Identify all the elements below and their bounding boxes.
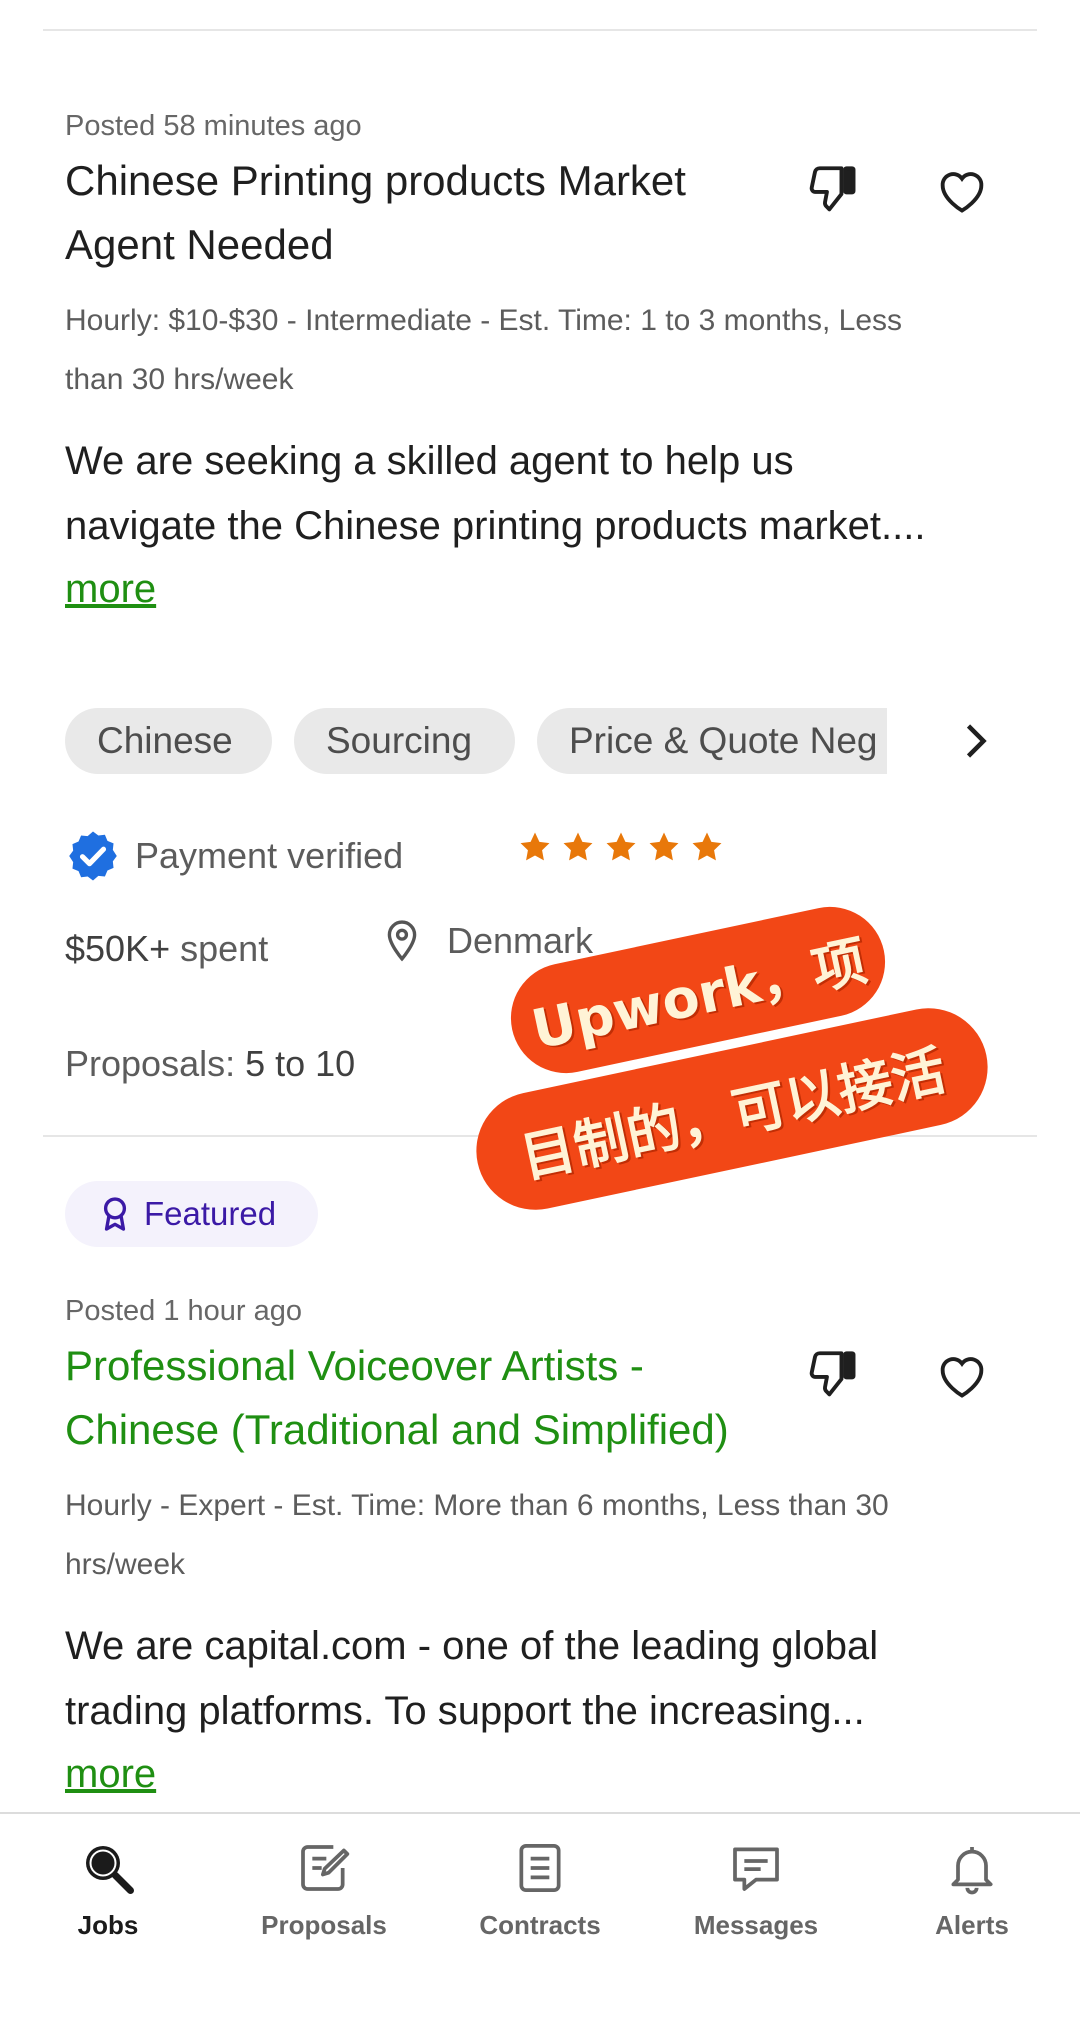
star-icon: [649, 832, 679, 861]
dislike-button[interactable]: [798, 1340, 868, 1410]
more-link[interactable]: more: [65, 1744, 1015, 1804]
top-divider: [43, 29, 1037, 31]
message-icon: [733, 1847, 779, 1891]
bell-icon: [951, 1847, 993, 1895]
bottom-tab-bar: Jobs Proposals Contracts Messages Alerts: [0, 1812, 1080, 2036]
client-rating: [518, 830, 724, 864]
save-job-button[interactable]: [927, 1340, 997, 1410]
skill-chip[interactable]: Sourcing: [294, 708, 515, 774]
job-card-1[interactable]: Posted 58 minutes ago Chinese Printing p…: [65, 110, 1015, 619]
award-ribbon-icon: [103, 1197, 127, 1231]
skill-chip[interactable]: Chinese: [65, 708, 272, 774]
job-posted-time: Posted 1 hour ago: [65, 1295, 303, 1327]
client-location: Denmark: [385, 920, 593, 962]
tab-contracts[interactable]: Contracts: [432, 1814, 648, 1974]
thumbs-down-icon: [809, 1351, 856, 1397]
tab-proposals[interactable]: Proposals: [216, 1814, 432, 1974]
job-meta: Hourly - Expert - Est. Time: More than 6…: [65, 1489, 889, 1581]
verified-badge-icon: [69, 831, 117, 881]
dislike-button[interactable]: [798, 155, 868, 225]
job-meta: Hourly: $10-$30 - Intermediate - Est. Ti…: [65, 304, 903, 396]
job-card-2[interactable]: Posted 1 hour ago Professional Voiceover…: [65, 1295, 1015, 1804]
skills-scroll-button[interactable]: [950, 708, 1002, 774]
star-icon: [606, 832, 636, 861]
payment-status: Payment verified: [65, 828, 403, 884]
search-icon: [86, 1846, 134, 1894]
skill-chip[interactable]: Price & Quote Neg: [537, 708, 887, 774]
document-icon: [519, 1843, 561, 1893]
star-icon: [563, 832, 593, 861]
more-link[interactable]: more: [65, 559, 1015, 619]
skills-list: Chinese Sourcing Price & Quote Neg: [65, 708, 1015, 774]
job-title[interactable]: Chinese Printing products Market Agent N…: [65, 149, 765, 277]
heart-icon: [940, 1357, 984, 1398]
job-title[interactable]: Professional Voiceover Artists - Chinese…: [65, 1334, 825, 1462]
save-job-button[interactable]: [927, 155, 997, 225]
star-icon: [520, 832, 550, 861]
spent-amount: $50K+: [65, 928, 171, 969]
proposal-edit-icon: [301, 1845, 350, 1891]
heart-icon: [940, 172, 984, 213]
proposals-count: Proposals: 5 to 10: [65, 1043, 356, 1084]
tab-jobs[interactable]: Jobs: [0, 1814, 216, 1974]
star-icon: [692, 832, 722, 861]
job-posted-time: Posted 58 minutes ago: [65, 110, 362, 142]
tab-alerts[interactable]: Alerts: [864, 1814, 1080, 1974]
location-pin-icon: [387, 920, 417, 962]
thumbs-down-icon: [809, 166, 856, 212]
chevron-right-icon: [966, 724, 987, 758]
client-spent: $50K+ spent: [65, 928, 268, 970]
featured-badge: Featured: [65, 1181, 318, 1247]
spent-label: spent: [180, 928, 269, 969]
job-description: We are capital.com - one of the leading …: [65, 1624, 879, 1733]
job-description: We are seeking a skilled agent to help u…: [65, 439, 926, 548]
tab-messages[interactable]: Messages: [648, 1814, 864, 1974]
